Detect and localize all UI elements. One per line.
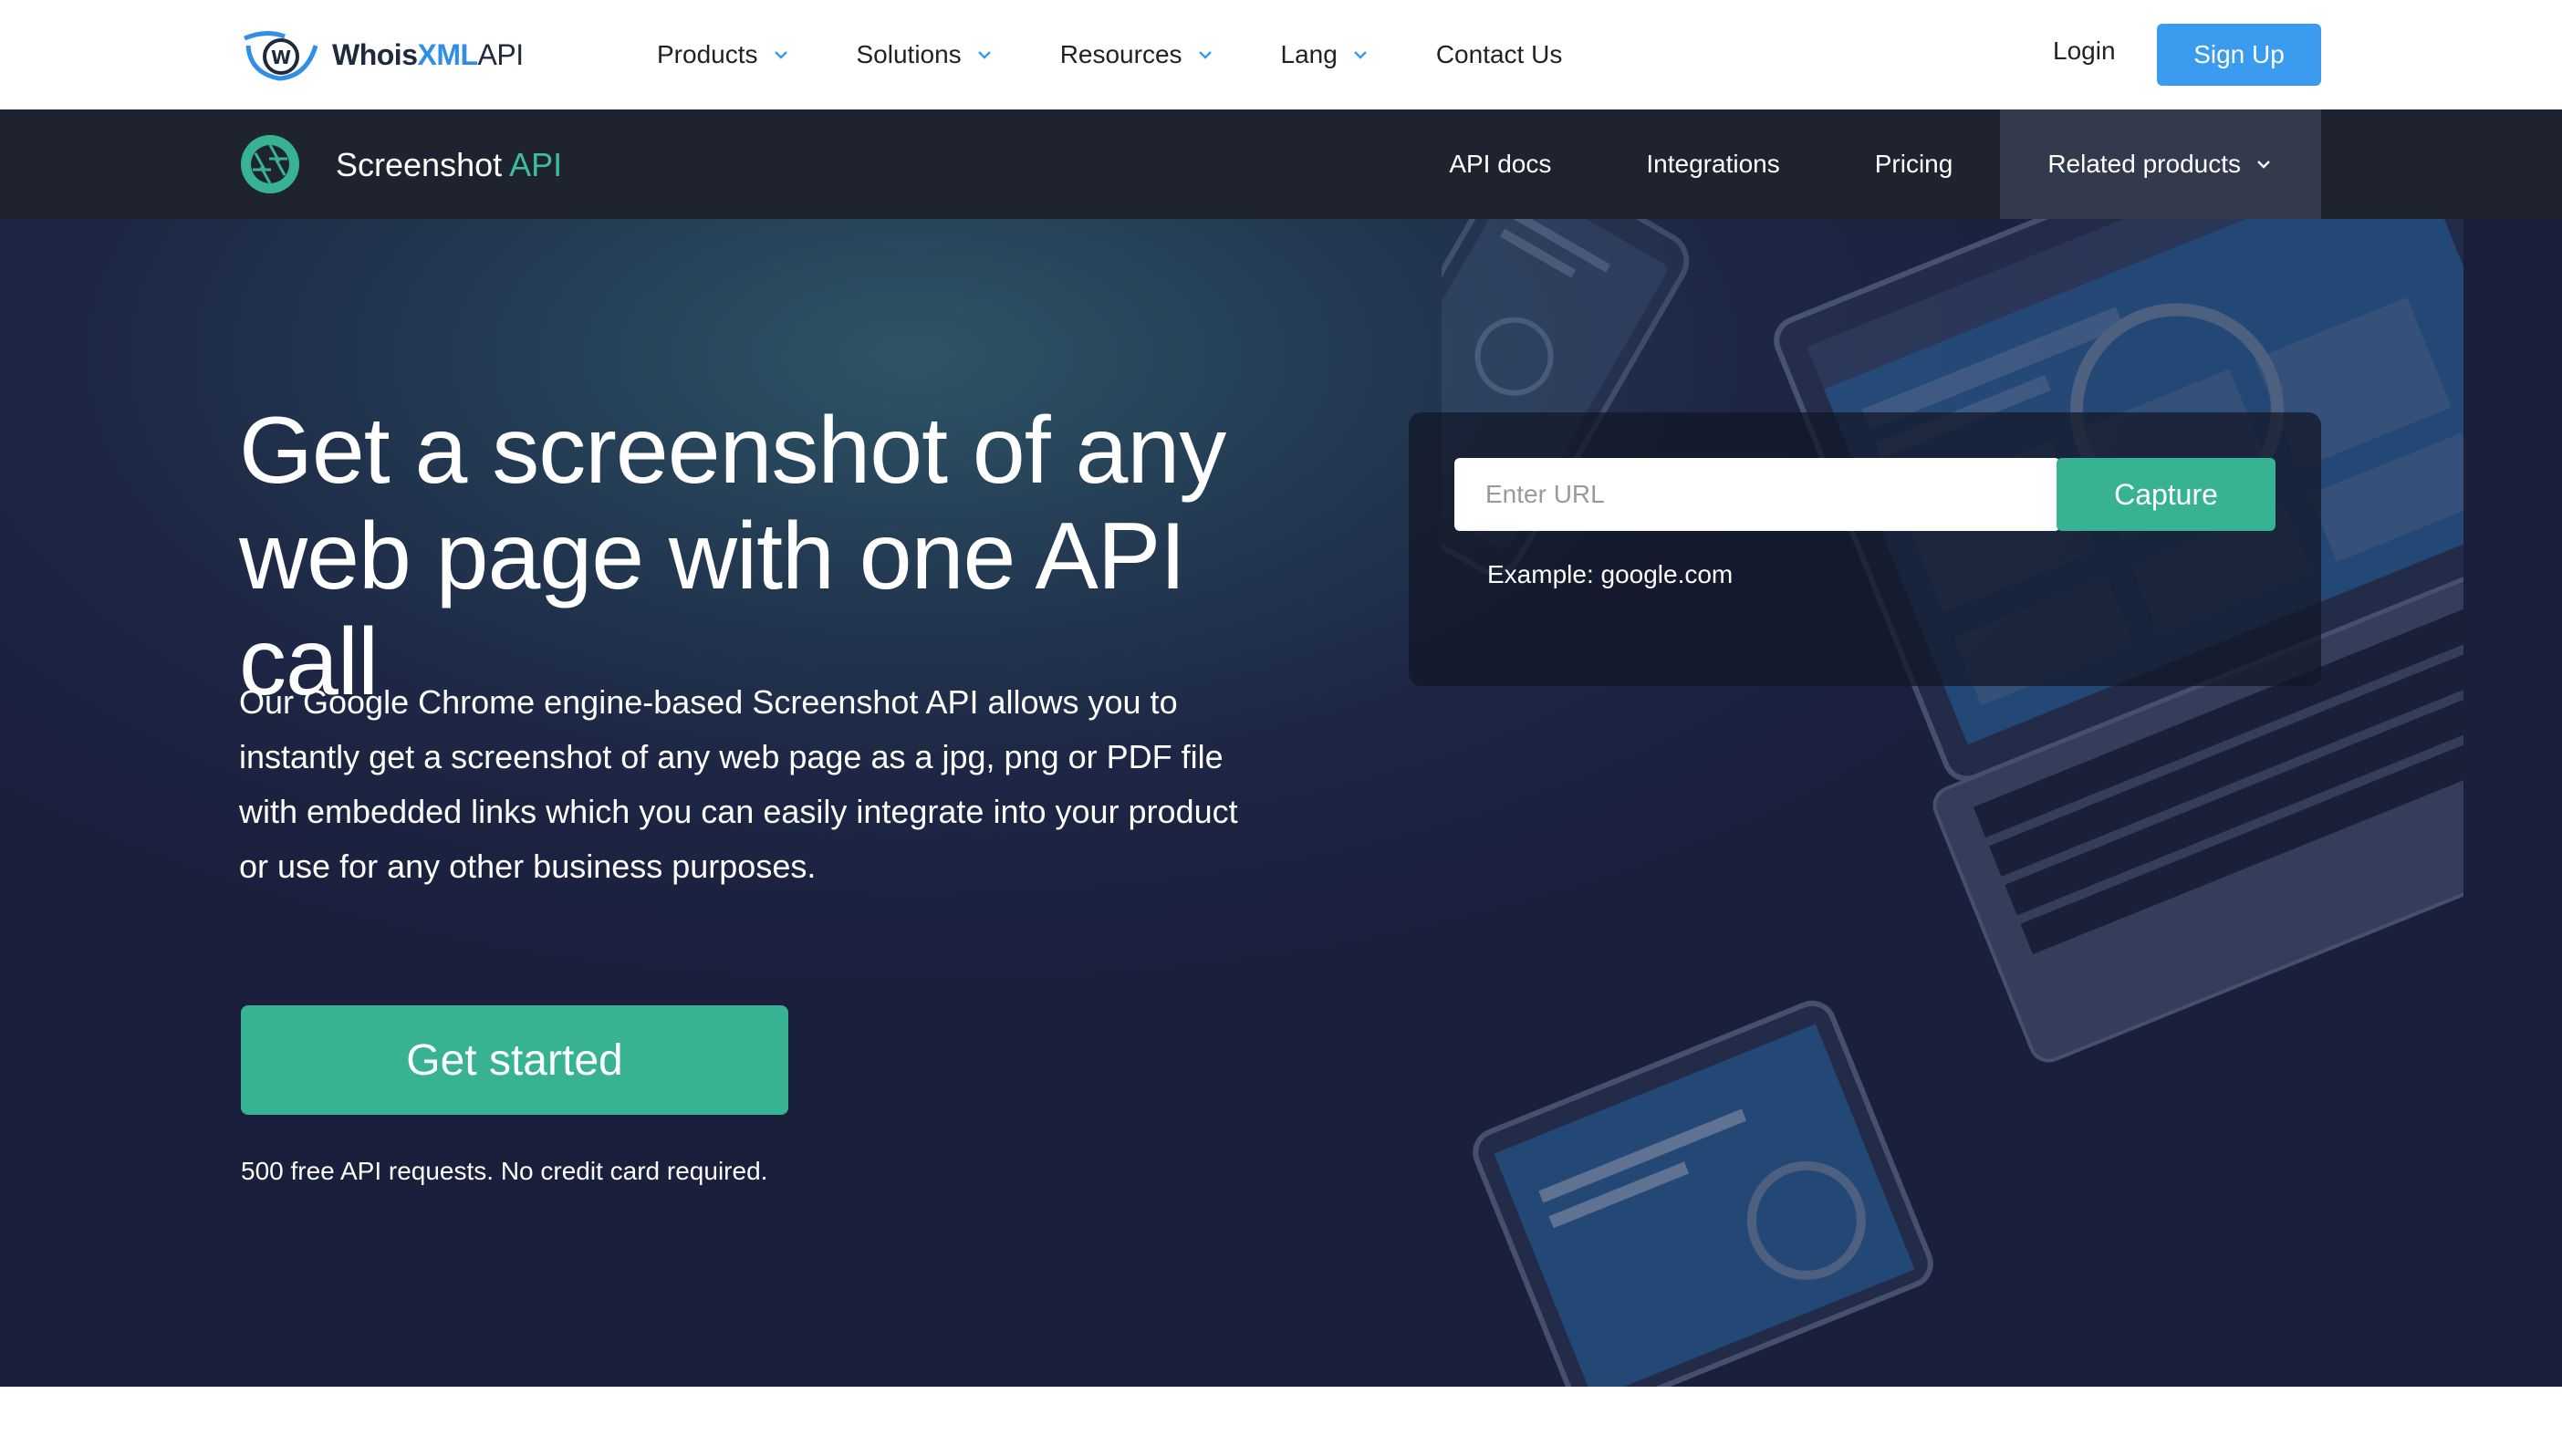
nav-products-label: Products xyxy=(657,40,758,68)
top-navigation: W WhoisXMLAPI Products Solutions Resourc… xyxy=(0,0,2562,109)
whoisxmlapi-logo[interactable]: W WhoisXMLAPI xyxy=(239,27,524,82)
nav-resources[interactable]: Resources xyxy=(1060,40,1215,69)
nav-contact-us[interactable]: Contact Us xyxy=(1436,40,1563,69)
nav-resources-label: Resources xyxy=(1059,40,1182,68)
subnav-related-products[interactable]: Related products xyxy=(2000,109,2321,219)
hero-headline: Get a screenshot of any web page with on… xyxy=(239,398,1334,715)
free-requests-note: 500 free API requests. No credit card re… xyxy=(241,1157,768,1185)
svg-text:W: W xyxy=(271,47,291,68)
chevron-down-icon xyxy=(2257,161,2270,169)
hero-section: Get a screenshot of any web page with on… xyxy=(0,219,2562,1387)
chevron-down-icon xyxy=(774,51,787,59)
page-continuation xyxy=(0,1387,2562,1456)
get-started-button[interactable]: Get started xyxy=(241,1005,788,1115)
login-link[interactable]: Login xyxy=(2053,36,2116,66)
whoisxmlapi-logo-icon: W xyxy=(244,31,318,81)
nav-products[interactable]: Products xyxy=(657,40,791,69)
capture-form: Capture Example: google.com xyxy=(1409,412,2321,686)
subnav-integrations[interactable]: Integrations xyxy=(1599,109,1827,219)
signup-button[interactable]: Sign Up xyxy=(2157,24,2321,86)
subnav-api-docs[interactable]: API docs xyxy=(1401,109,1599,219)
url-example-hint: Example: google.com xyxy=(1487,560,1734,588)
product-title[interactable]: Screenshot API xyxy=(336,146,562,184)
subnav-pricing[interactable]: Pricing xyxy=(1828,109,2001,219)
product-menu: API docs Integrations Pricing Related pr… xyxy=(1401,109,2321,219)
main-menu: Products Solutions Resources Lang Contac… xyxy=(657,0,1628,109)
url-input[interactable] xyxy=(1454,458,2060,531)
camera-shutter-icon[interactable] xyxy=(239,133,301,195)
nav-lang-label: Lang xyxy=(1280,40,1338,68)
capture-button[interactable]: Capture xyxy=(2057,458,2276,531)
chevron-down-icon xyxy=(1198,51,1212,59)
logo-wordmark: WhoisXMLAPI xyxy=(332,37,524,71)
devices-illustration xyxy=(1442,219,2463,1387)
product-navigation: Screenshot API API docs Integrations Pri… xyxy=(0,109,2562,219)
subnav-related-products-label: Related products xyxy=(2047,150,2241,178)
nav-solutions[interactable]: Solutions xyxy=(857,40,995,69)
chevron-down-icon xyxy=(1353,51,1367,59)
nav-solutions-label: Solutions xyxy=(856,40,962,68)
chevron-down-icon xyxy=(977,51,991,59)
hero-headline-line-1: Get a screenshot of any xyxy=(239,398,1226,504)
nav-lang[interactable]: Lang xyxy=(1281,40,1370,69)
hero-description: Our Google Chrome engine-based Screensho… xyxy=(239,683,1238,885)
nav-contact-us-label: Contact Us xyxy=(1435,40,1563,68)
